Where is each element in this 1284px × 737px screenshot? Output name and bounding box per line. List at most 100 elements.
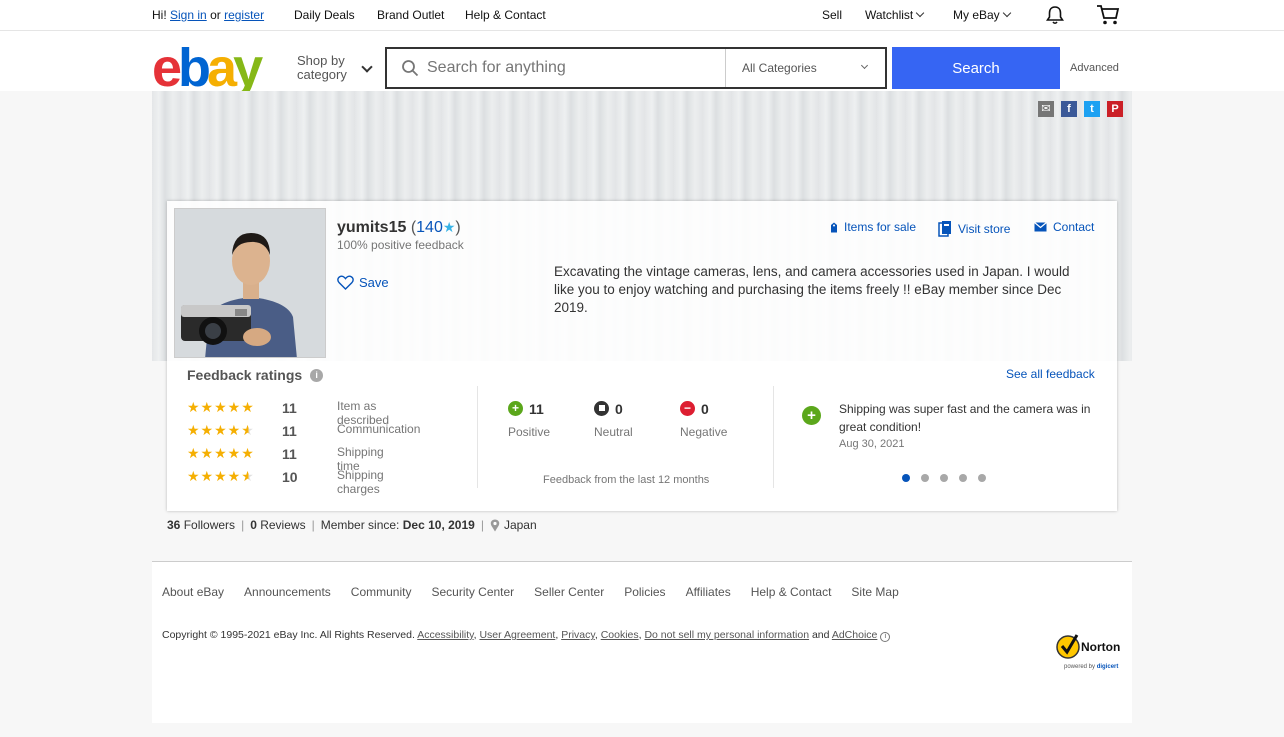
store-icon <box>938 221 951 237</box>
star-rating-icon: ★★★★★ <box>187 399 255 415</box>
category-select[interactable]: All Categories <box>725 49 885 87</box>
see-all-feedback-link[interactable]: See all feedback <box>1006 367 1095 381</box>
visit-store-label: Visit store <box>958 221 1011 236</box>
chevron-down-icon[interactable] <box>361 61 373 73</box>
seller-username[interactable]: yumits15 (140★) <box>337 219 461 237</box>
norton-seal[interactable]: Norton powered by digicert <box>1055 632 1135 676</box>
save-seller-button[interactable]: Save <box>337 275 389 290</box>
advanced-search-link[interactable]: Advanced <box>1070 62 1119 74</box>
footer-links: About eBay Announcements Community Secur… <box>162 585 899 599</box>
share-pinterest-icon[interactable]: P <box>1107 101 1123 117</box>
chevron-down-icon <box>915 8 925 18</box>
site-footer: About eBay Announcements Community Secur… <box>152 561 1132 723</box>
positive-feedback-percent: 100% positive feedback <box>337 238 464 252</box>
daily-deals-link[interactable]: Daily Deals <box>294 8 355 22</box>
visit-store-link[interactable]: Visit store <box>938 220 1010 237</box>
avatar <box>174 208 326 358</box>
seller-stats: 36 Followers | 0 Reviews | Member since:… <box>167 518 537 532</box>
brand-outlet-link[interactable]: Brand Outlet <box>377 8 444 22</box>
footer-link-seller-center[interactable]: Seller Center <box>534 585 604 599</box>
feedback-comment: Shipping was super fast and the camera w… <box>839 402 1091 434</box>
rating-label: Shipping charges <box>337 468 384 496</box>
norton-sub-label: powered by digicert <box>1064 664 1118 670</box>
footer-link-site-map[interactable]: Site Map <box>851 585 898 599</box>
plus-icon: + <box>508 401 523 417</box>
seller-profile-card: yumits15 (140★) 100% positive feedback S… <box>167 201 1117 511</box>
footer-link-about[interactable]: About eBay <box>162 585 224 599</box>
followers-label: Followers <box>183 518 236 532</box>
norton-sub-brand: digicert <box>1096 664 1119 670</box>
help-contact-link[interactable]: Help & Contact <box>465 8 546 22</box>
separator: | <box>311 518 315 532</box>
footer-link-community[interactable]: Community <box>351 585 412 599</box>
feedback-ratings-title: Feedback ratings <box>187 367 303 383</box>
items-for-sale-label: Items for sale <box>844 220 917 234</box>
location-pin-icon <box>490 519 500 531</box>
norton-sub-prefix: powered by <box>1064 664 1096 670</box>
user-agreement-link[interactable]: User Agreement <box>479 629 555 641</box>
save-label: Save <box>359 275 389 290</box>
contact-link[interactable]: Contact <box>1034 220 1094 234</box>
neutral-feedback-count[interactable]: 0 Neutral <box>594 400 633 439</box>
logo-letter: b <box>178 38 211 98</box>
shop-by-category-button[interactable]: Shop by category <box>297 54 347 82</box>
rating-label: Communication <box>337 422 421 436</box>
star-rating-icon: ★★★★★ <box>187 468 255 484</box>
adchoice-icon[interactable]: i <box>880 632 891 642</box>
my-ebay-menu[interactable]: My eBay <box>953 8 1011 22</box>
share-facebook-icon[interactable]: f <box>1061 101 1077 117</box>
watchlist-menu[interactable]: Watchlist <box>865 8 925 22</box>
positive-feedback-count[interactable]: +11 Positive <box>508 400 550 439</box>
positive-comment-icon: + <box>802 406 821 425</box>
share-email-icon[interactable]: ✉ <box>1038 101 1054 117</box>
footer-link-announcements[interactable]: Announcements <box>244 585 331 599</box>
privacy-link[interactable]: Privacy <box>561 629 595 641</box>
heart-icon <box>337 275 354 290</box>
carousel-dot[interactable] <box>940 474 948 482</box>
feedback-comment-date: Aug 30, 2021 <box>839 438 905 450</box>
notification-bell-icon[interactable] <box>1045 5 1065 25</box>
register-link[interactable]: register <box>224 8 264 22</box>
items-for-sale-link[interactable]: Items for sale <box>830 220 916 234</box>
logo-letter: e <box>152 38 182 98</box>
copyright-notice: Copyright © 1995-2021 eBay Inc. All Righ… <box>162 629 891 642</box>
star-rating-icon: ★★★★★ <box>187 422 255 438</box>
footer-link-help-contact[interactable]: Help & Contact <box>751 585 832 599</box>
footer-link-policies[interactable]: Policies <box>624 585 665 599</box>
count-value: 11 <box>529 400 544 417</box>
envelope-icon <box>1034 222 1047 232</box>
footer-link-affiliates[interactable]: Affiliates <box>686 585 731 599</box>
separator: | <box>241 518 245 532</box>
carousel-dot[interactable] <box>921 474 929 482</box>
summary-label: Positive <box>508 425 551 439</box>
share-twitter-icon[interactable]: t <box>1084 101 1100 117</box>
carousel-dot[interactable] <box>978 474 986 482</box>
info-icon[interactable]: i <box>310 368 324 382</box>
sell-link[interactable]: Sell <box>822 8 842 22</box>
seller-bio: Excavating the vintage cameras, lens, an… <box>554 264 1070 315</box>
top-navigation-bar: Hi! Sign in or register Daily Deals Bran… <box>0 0 1284 31</box>
my-ebay-label: My eBay <box>953 8 1000 22</box>
negative-feedback-count[interactable]: −0 Negative <box>680 400 727 439</box>
and-text: and <box>811 629 830 641</box>
cart-icon[interactable] <box>1096 4 1120 26</box>
accessibility-link[interactable]: Accessibility <box>417 629 473 641</box>
ebay-logo[interactable]: ebay <box>152 38 263 98</box>
adchoice-link[interactable]: AdChoice <box>832 629 878 641</box>
count-value: 0 <box>615 400 623 417</box>
feedback-ratings-heading: Feedback ratings i <box>187 367 324 383</box>
feedback-score[interactable]: (140★) <box>411 219 461 236</box>
carousel-dot[interactable] <box>902 474 910 482</box>
footer-link-security-center[interactable]: Security Center <box>431 585 514 599</box>
followers-count: 36 <box>167 518 181 532</box>
search-button[interactable]: Search <box>892 47 1060 89</box>
search-input[interactable] <box>427 49 723 87</box>
cookies-link[interactable]: Cookies <box>601 629 639 641</box>
carousel-dot[interactable] <box>959 474 967 482</box>
do-not-sell-link[interactable]: Do not sell my personal information <box>644 629 809 641</box>
search-icon <box>402 60 419 77</box>
member-since-label: Member since: <box>320 518 400 532</box>
sign-in-link[interactable]: Sign in <box>170 8 207 22</box>
feedback-score-number: 140 <box>416 219 443 236</box>
rating-count: 11 <box>282 446 297 462</box>
